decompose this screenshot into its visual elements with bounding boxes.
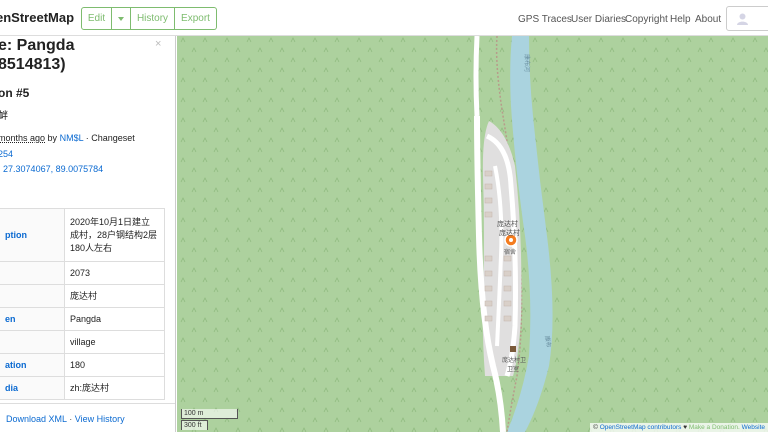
building bbox=[484, 315, 493, 322]
donate-link[interactable]: Make a Donation. bbox=[689, 424, 740, 431]
version-heading: on #5 bbox=[0, 86, 30, 100]
export-button[interactable]: Export bbox=[175, 7, 217, 30]
tag-key[interactable] bbox=[0, 284, 65, 308]
marker-center bbox=[509, 238, 513, 242]
tag-value: 庞达村 bbox=[64, 284, 165, 308]
chevron-down-icon bbox=[118, 16, 124, 21]
marker-caption: 宿舍 bbox=[504, 248, 516, 256]
tag-summary: 衅 bbox=[0, 107, 8, 122]
by-label: by bbox=[47, 133, 58, 143]
building bbox=[484, 197, 493, 204]
clinic-label-1: 庞达村卫 bbox=[502, 356, 526, 364]
tag-value: 180 bbox=[64, 353, 165, 377]
tag-value: 2020年10月1日建立成村，28户钢结构2层180人左右 bbox=[64, 208, 165, 262]
map-svg[interactable]: 庞达村 庞达村 宿舍 庞达村卫 卫室 康布河 康布 bbox=[177, 36, 768, 432]
tag-value: 2073 bbox=[64, 261, 165, 285]
nav-user-diaries[interactable]: User Diaries bbox=[571, 14, 626, 25]
building bbox=[503, 285, 512, 292]
building bbox=[484, 285, 493, 292]
user-menu-button[interactable] bbox=[726, 6, 768, 31]
location-label: : bbox=[0, 164, 1, 174]
clinic-label-2: 卫室 bbox=[507, 365, 519, 373]
avatar-icon bbox=[737, 13, 748, 25]
building bbox=[503, 300, 512, 307]
edit-button[interactable]: Edit bbox=[81, 7, 112, 30]
road-north bbox=[473, 36, 480, 117]
map-canvas[interactable]: 庞达村 庞达村 宿舍 庞达村卫 卫室 康布河 康布 bbox=[177, 36, 768, 432]
tag-key[interactable] bbox=[0, 261, 65, 285]
edit-dropdown-toggle[interactable] bbox=[112, 7, 131, 30]
tag-value-link[interactable]: village bbox=[64, 330, 165, 354]
footer-separator: · bbox=[69, 414, 73, 424]
table-row: 2073 bbox=[0, 261, 165, 285]
view-history-link[interactable]: View History bbox=[75, 414, 125, 424]
location-row: : 27.3074067, 89.0075784 bbox=[0, 164, 103, 174]
building bbox=[484, 170, 493, 177]
scale-bar-metric: 100 m bbox=[181, 409, 238, 419]
place-label-2: 庞达村 bbox=[499, 228, 520, 237]
building bbox=[484, 255, 493, 262]
tag-key[interactable]: en bbox=[0, 307, 65, 331]
changeset-label: · Changeset bbox=[85, 133, 135, 143]
edited-ago: months ago bbox=[0, 133, 46, 143]
osm-contributors-link[interactable]: OpenStreetMap contributors bbox=[600, 424, 682, 431]
nav-copyright[interactable]: Copyright bbox=[625, 14, 668, 25]
website-link[interactable]: Website bbox=[742, 424, 765, 431]
tag-key[interactable] bbox=[0, 330, 65, 354]
heart-icon: ♥ bbox=[683, 424, 688, 431]
changeset-link[interactable]: 254 bbox=[0, 149, 13, 159]
forest-pattern bbox=[177, 36, 768, 432]
footer-links: Download XML · View History bbox=[6, 414, 125, 424]
table-row: ption 2020年10月1日建立成村，28户钢结构2层180人左右 bbox=[0, 208, 165, 262]
map-attribution: © OpenStreetMap contributors ♥ Make a Do… bbox=[590, 423, 768, 432]
clinic-icon bbox=[510, 346, 516, 352]
title-line-1: e: Pangda bbox=[0, 37, 75, 54]
tags-table: ption 2020年10月1日建立成村，28户钢结构2层180人左右 2073… bbox=[0, 208, 165, 400]
location-link[interactable]: 27.3074067, 89.0075784 bbox=[3, 164, 103, 174]
top-navbar: enStreetMap Edit History Export GPS Trac… bbox=[0, 0, 768, 36]
changeset-row: 254 bbox=[0, 149, 13, 159]
tag-value: Pangda bbox=[64, 307, 165, 331]
building bbox=[503, 255, 512, 262]
close-icon[interactable]: × bbox=[155, 38, 161, 50]
brand-logo-text[interactable]: enStreetMap bbox=[0, 10, 74, 25]
table-row: village bbox=[0, 330, 165, 354]
edit-info: months ago by NM$L · Changeset bbox=[0, 133, 135, 143]
edit-button-group: Edit History Export bbox=[81, 7, 217, 30]
nav-about[interactable]: About bbox=[695, 14, 721, 25]
river-label-north: 康布河 bbox=[523, 54, 531, 72]
building bbox=[484, 300, 493, 307]
building bbox=[503, 315, 512, 322]
title-line-2: 8514813) bbox=[0, 56, 66, 73]
table-row: ation 180 bbox=[0, 353, 165, 377]
nav-help[interactable]: Help bbox=[670, 14, 691, 25]
tag-key[interactable]: dia bbox=[0, 376, 65, 400]
building bbox=[484, 211, 493, 218]
table-row: dia zh:庞达村 bbox=[0, 376, 165, 400]
building bbox=[484, 183, 493, 190]
history-button[interactable]: History bbox=[131, 7, 175, 30]
table-row: en Pangda bbox=[0, 307, 165, 331]
tag-value-link[interactable]: zh:庞达村 bbox=[64, 376, 165, 400]
scale-bar-imperial: 300 ft bbox=[181, 420, 208, 430]
page-title: e: Pangda 8514813) bbox=[0, 36, 74, 74]
copyright-symbol: © bbox=[593, 424, 598, 431]
table-row: 庞达村 bbox=[0, 284, 165, 308]
building bbox=[503, 270, 512, 277]
tag-key[interactable]: ption bbox=[0, 208, 65, 262]
place-label-1: 庞达村 bbox=[497, 219, 518, 228]
download-xml-link[interactable]: Download XML bbox=[6, 414, 67, 424]
user-link[interactable]: NM$L bbox=[60, 133, 84, 143]
sidebar-panel: e: Pangda 8514813) × on #5 衅 months ago … bbox=[0, 36, 176, 432]
tag-key[interactable]: ation bbox=[0, 353, 65, 377]
building bbox=[484, 270, 493, 277]
nav-gps-traces[interactable]: GPS Traces bbox=[518, 14, 572, 25]
sidebar-footer: Download XML · View History bbox=[0, 403, 175, 432]
